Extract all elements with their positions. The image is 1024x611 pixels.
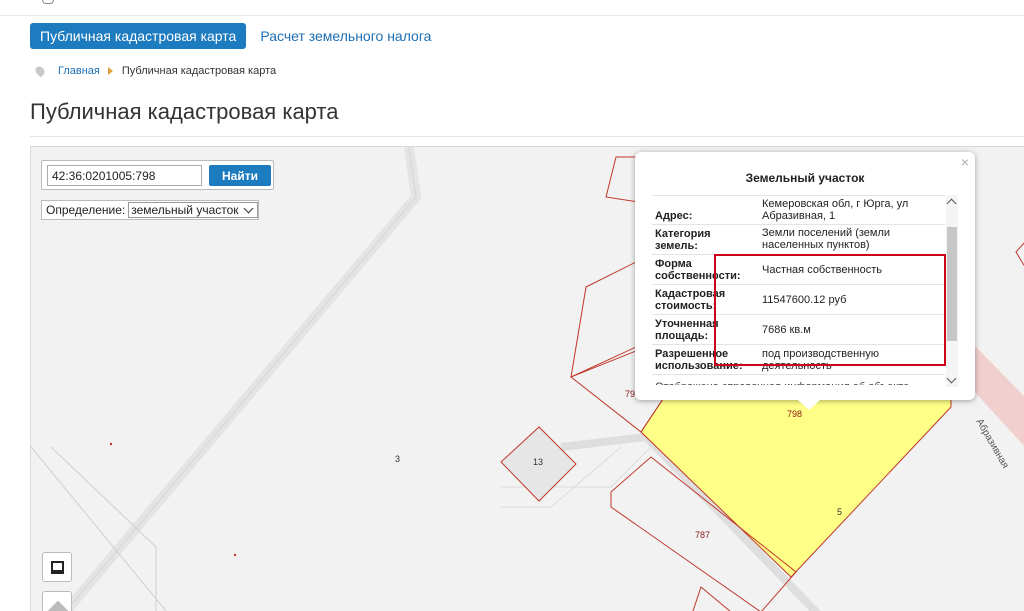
- tab-public-cadastral-map[interactable]: Публичная кадастровая карта: [30, 23, 247, 49]
- detail-value: 7686 кв.м: [762, 323, 811, 336]
- layers-icon: [51, 561, 64, 574]
- detail-label: Уточненная площадь:: [655, 318, 719, 342]
- breadcrumb-separator-icon: [107, 67, 113, 75]
- title-divider: [30, 136, 1024, 137]
- detail-row-address: Адрес: Кемеровская обл, г Юрга, ул Абраз…: [652, 195, 945, 224]
- top-bar-icon: [42, 0, 54, 4]
- parcel-label-13: 13: [533, 457, 544, 467]
- popup-scrollbar[interactable]: [946, 195, 958, 387]
- detail-label: Разрешенное использование:: [655, 348, 743, 372]
- detail-row-ownership: Форма собственности: Частная собственнос…: [652, 254, 945, 284]
- detail-label: Форма собственности:: [655, 258, 741, 282]
- scroll-up-icon[interactable]: [946, 198, 957, 209]
- scroll-thumb[interactable]: [947, 227, 957, 341]
- definition-select[interactable]: земельный участок: [128, 202, 258, 218]
- detail-value: Частная собственность: [762, 263, 883, 276]
- map-label-3: 3: [395, 454, 401, 464]
- cadastral-number-input[interactable]: [47, 165, 202, 186]
- detail-label: Категория земель:: [655, 228, 711, 252]
- detail-value: 11547600.12 руб: [762, 293, 847, 306]
- main-tabs: Публичная кадастровая карта Расчет земел…: [30, 23, 431, 49]
- detail-row-land-category: Категория земель: Земли поселений (земли…: [652, 224, 945, 254]
- map-tool-layers-button[interactable]: [42, 552, 72, 582]
- parcel-info-popup: × Земельный участок Адрес: Кемеровская о…: [635, 152, 975, 410]
- detail-row-area: Уточненная площадь: 7686 кв.м: [652, 314, 945, 344]
- detail-row-cadastral-value: Кадастровая стоимость: 11547600.12 руб: [652, 284, 945, 314]
- detail-label: Адрес:: [655, 210, 693, 222]
- cadastral-map[interactable]: 798 797 13 787 3 5 Абразивная Найти Опре…: [30, 146, 1024, 611]
- location-pin-icon: [33, 64, 47, 78]
- page-title: Публичная кадастровая карта: [30, 99, 339, 124]
- tab-land-tax-calculation[interactable]: Расчет земельного налога: [260, 28, 431, 44]
- find-button[interactable]: Найти: [209, 165, 271, 186]
- detail-value: под производственную деятельность: [762, 347, 879, 372]
- top-strip: [0, 0, 1024, 16]
- definition-panel: Определение: земельный участок: [41, 200, 259, 220]
- definition-selected-value: земельный участок: [131, 203, 239, 217]
- detail-row-permitted-use: Разрешенное использование: под производс…: [652, 344, 945, 374]
- parcel-label-798: 798: [787, 409, 803, 419]
- scroll-down-icon[interactable]: [946, 373, 957, 384]
- diamond-icon: [46, 600, 70, 611]
- map-tool-diamond-button[interactable]: [42, 591, 72, 611]
- breadcrumb-current: Публичная кадастровая карта: [121, 65, 277, 77]
- popup-title: Земельный участок: [745, 171, 865, 185]
- detail-label: Кадастровая стоимость:: [655, 288, 726, 312]
- breadcrumb: Главная Публичная кадастровая карта: [33, 64, 277, 78]
- breadcrumb-home-link[interactable]: Главная: [58, 65, 100, 77]
- close-icon[interactable]: ×: [961, 154, 969, 170]
- map-label-5: 5: [837, 507, 843, 517]
- detail-value: Кемеровская обл, г Юрга, ул Абразивная, …: [762, 198, 909, 222]
- definition-label: Определение:: [46, 203, 126, 217]
- detail-value: Земли поселений (земли населенных пункто…: [762, 227, 891, 251]
- popup-note: Отображена справочная информация об объе…: [652, 374, 945, 385]
- search-panel: Найти: [41, 160, 274, 190]
- chevron-down-icon: [243, 203, 254, 213]
- popup-details: Адрес: Кемеровская обл, г Юрга, ул Абраз…: [652, 195, 945, 385]
- parcel-label-787: 787: [695, 530, 711, 540]
